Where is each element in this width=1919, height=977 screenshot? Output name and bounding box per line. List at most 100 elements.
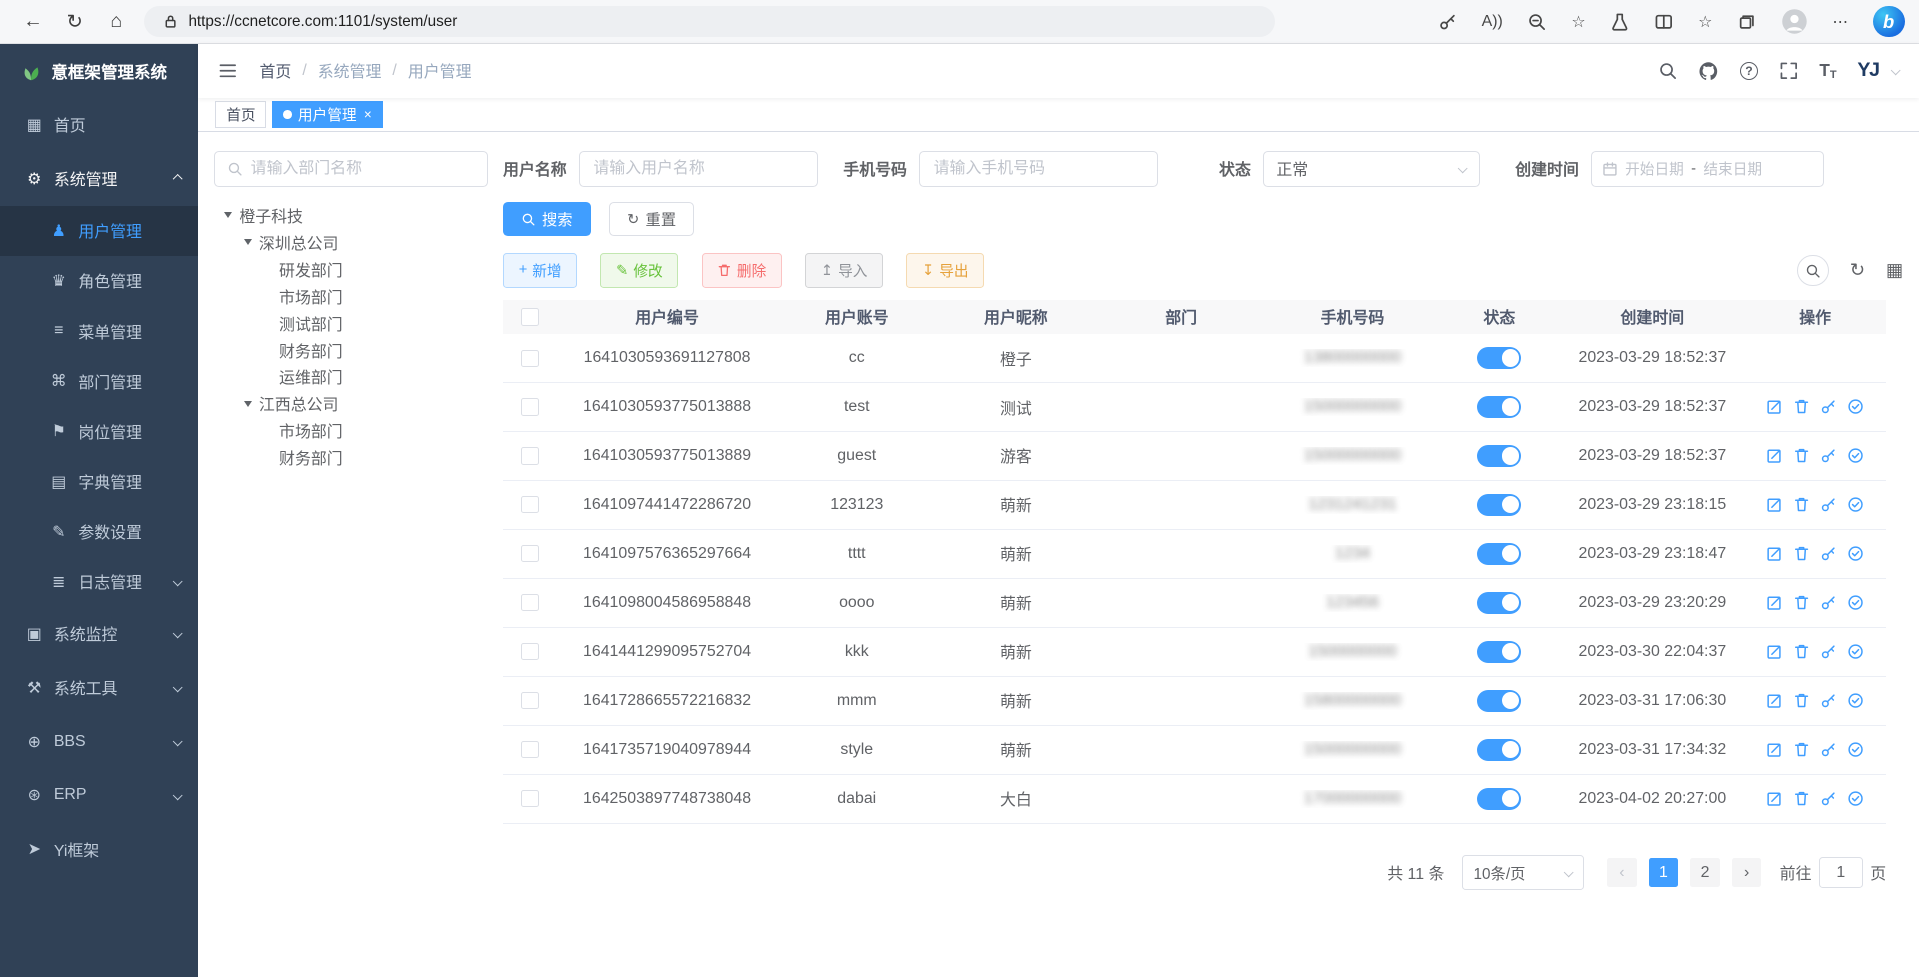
sidebar-item-bbs[interactable]: ⊕BBS	[0, 715, 198, 769]
show-search-button[interactable]	[1797, 255, 1829, 287]
assign-role-icon[interactable]	[1847, 643, 1864, 660]
assign-role-icon[interactable]	[1847, 741, 1864, 758]
sidebar-item-tools[interactable]: ⚒系统工具	[0, 661, 198, 715]
page-2-button[interactable]: 2	[1690, 858, 1719, 887]
reset-password-icon[interactable]	[1820, 594, 1837, 611]
collections-icon[interactable]	[1737, 12, 1757, 32]
assign-role-icon[interactable]	[1847, 545, 1864, 562]
edit-icon[interactable]	[1766, 496, 1783, 513]
sidebar-item-monitor[interactable]: ▣系统监控	[0, 607, 198, 661]
edit-button[interactable]: ✎修改	[600, 253, 678, 287]
sidebar-item-erp[interactable]: ⊛ERP	[0, 769, 198, 823]
row-checkbox[interactable]	[521, 692, 538, 709]
reset-password-icon[interactable]	[1820, 398, 1837, 415]
help-icon[interactable]: ?	[1740, 62, 1758, 80]
row-checkbox[interactable]	[521, 741, 538, 758]
row-checkbox[interactable]	[521, 447, 538, 464]
delete-icon[interactable]	[1793, 545, 1810, 562]
github-icon[interactable]	[1698, 61, 1719, 82]
zoom-out-icon[interactable]	[1527, 12, 1547, 32]
row-checkbox[interactable]	[521, 790, 538, 807]
chevron-down-icon[interactable]	[1891, 66, 1901, 76]
edit-icon[interactable]	[1766, 447, 1783, 464]
reset-password-icon[interactable]	[1820, 545, 1837, 562]
delete-icon[interactable]	[1793, 398, 1810, 415]
sidebar-item-log-mgmt[interactable]: ≣日志管理	[0, 557, 198, 607]
font-size-icon[interactable]: TT	[1819, 60, 1836, 81]
status-toggle[interactable]	[1477, 396, 1521, 418]
sidebar-item-role-mgmt[interactable]: ♛角色管理	[0, 256, 198, 306]
assign-role-icon[interactable]	[1847, 398, 1864, 415]
prev-page-button[interactable]: ‹	[1607, 858, 1636, 887]
refresh-icon[interactable]: ↻	[1850, 259, 1865, 281]
sidebar-item-dict-mgmt[interactable]: ▤字典管理	[0, 456, 198, 506]
tab-home[interactable]: 首页	[215, 101, 266, 128]
row-checkbox[interactable]	[521, 545, 538, 562]
sidebar-item-home[interactable]: ▦首页	[0, 98, 198, 152]
tree-node-dept[interactable]: 市场部门	[214, 283, 488, 310]
sidebar-item-system-mgmt[interactable]: ⚙系统管理	[0, 152, 198, 206]
assign-role-icon[interactable]	[1847, 496, 1864, 513]
tree-node-dept[interactable]: 财务部门	[214, 337, 488, 364]
status-select[interactable]: 正常	[1263, 151, 1480, 188]
delete-icon[interactable]	[1793, 496, 1810, 513]
export-button[interactable]: ↧导出	[906, 253, 984, 287]
status-toggle[interactable]	[1477, 347, 1521, 369]
delete-icon[interactable]	[1793, 692, 1810, 709]
status-toggle[interactable]	[1477, 494, 1521, 516]
delete-icon[interactable]	[1793, 447, 1810, 464]
address-bar[interactable]: https://ccnetcore.com:1101/system/user	[144, 6, 1275, 38]
favorites-bar-icon[interactable]: ☆	[1698, 12, 1712, 32]
browser-refresh-button[interactable]: ↻	[56, 4, 93, 38]
username-input[interactable]	[579, 151, 818, 188]
search-button[interactable]: 搜索	[503, 202, 591, 236]
edit-icon[interactable]	[1766, 692, 1783, 709]
status-toggle[interactable]	[1477, 690, 1521, 712]
sidebar-item-user-mgmt[interactable]: ♟用户管理	[0, 206, 198, 256]
status-toggle[interactable]	[1477, 445, 1521, 467]
extensions-icon[interactable]	[1610, 12, 1630, 32]
edit-icon[interactable]	[1766, 545, 1783, 562]
tree-node-dept[interactable]: 市场部门	[214, 417, 488, 444]
reset-button[interactable]: ↻重置	[609, 202, 694, 236]
tree-node-branch[interactable]: 江西总公司	[214, 390, 488, 417]
profile-avatar-icon[interactable]	[1781, 8, 1808, 35]
fullscreen-icon[interactable]	[1779, 61, 1799, 81]
row-checkbox[interactable]	[521, 643, 538, 660]
edit-icon[interactable]	[1766, 594, 1783, 611]
sidebar-item-post-mgmt[interactable]: ⚑岗位管理	[0, 406, 198, 456]
close-icon[interactable]: ×	[364, 107, 372, 122]
hamburger-icon[interactable]	[218, 61, 238, 81]
assign-role-icon[interactable]	[1847, 447, 1864, 464]
user-avatar-logo[interactable]: YJ	[1857, 59, 1879, 82]
browser-home-button[interactable]: ⌂	[98, 4, 135, 38]
assign-role-icon[interactable]	[1847, 594, 1864, 611]
delete-button[interactable]: 删除	[702, 253, 782, 287]
column-grid-icon[interactable]: ▦	[1886, 259, 1903, 281]
status-toggle[interactable]	[1477, 592, 1521, 614]
sidebar-item-yi-framework[interactable]: ➤Yi框架	[0, 822, 198, 876]
delete-icon[interactable]	[1793, 594, 1810, 611]
import-button[interactable]: ↥导入	[805, 253, 883, 287]
read-aloud-icon[interactable]: A))	[1482, 13, 1503, 31]
select-all-checkbox[interactable]	[521, 308, 538, 325]
tree-node-dept[interactable]: 财务部门	[214, 444, 488, 471]
delete-icon[interactable]	[1793, 741, 1810, 758]
favorites-add-icon[interactable]: ☆	[1571, 12, 1585, 32]
tree-node-company[interactable]: 橙子科技	[214, 202, 488, 229]
row-checkbox[interactable]	[521, 398, 538, 415]
goto-page-input[interactable]	[1819, 857, 1863, 889]
edit-icon[interactable]	[1766, 741, 1783, 758]
row-checkbox[interactable]	[521, 350, 538, 367]
reset-password-icon[interactable]	[1820, 496, 1837, 513]
sidebar-item-param-settings[interactable]: ✎参数设置	[0, 507, 198, 557]
page-size-select[interactable]: 10条/页	[1462, 855, 1584, 889]
status-toggle[interactable]	[1477, 543, 1521, 565]
breadcrumb-home[interactable]: 首页	[259, 59, 291, 82]
tree-node-branch[interactable]: 深圳总公司	[214, 229, 488, 256]
date-range-picker[interactable]: 开始日期 - 结束日期	[1591, 151, 1824, 188]
edit-icon[interactable]	[1766, 790, 1783, 807]
tab-user-mgmt[interactable]: 用户管理×	[272, 101, 382, 128]
reset-password-icon[interactable]	[1820, 790, 1837, 807]
edit-icon[interactable]	[1766, 643, 1783, 660]
